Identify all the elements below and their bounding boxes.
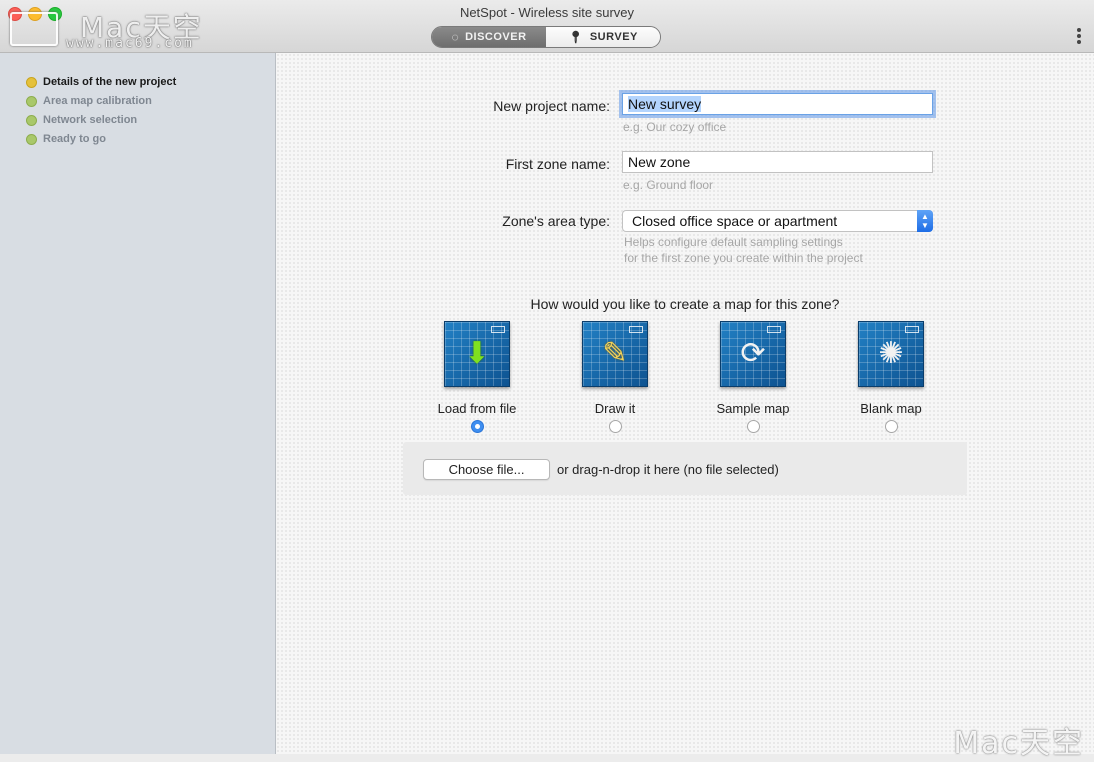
blueprint-tile: ✎	[582, 321, 648, 387]
step-calibration: Area map calibration	[26, 95, 152, 107]
project-name-label: New project name:	[493, 98, 610, 114]
project-name-value: New survey	[628, 96, 702, 112]
tile-tag	[629, 326, 643, 333]
refresh-icon: ⟳	[740, 337, 766, 370]
map-creation-question: How would you like to create a map for t…	[530, 296, 840, 312]
title-bar: Mac天空 www.mac69.com NetSpot - Wireless s…	[0, 0, 1094, 53]
step-label: Details of the new project	[43, 76, 177, 88]
step-label: Network selection	[43, 114, 138, 126]
option-label: Sample map	[716, 401, 790, 416]
area-type-hint-line2: for the first zone you create within the…	[624, 251, 863, 265]
mode-switch: ◌ DISCOVER 📍︎ SURVEY	[431, 26, 661, 48]
step-status-dot-icon	[26, 76, 37, 88]
option-label: Draw it	[594, 401, 636, 416]
step-status-dot-icon	[26, 95, 37, 107]
more-menu-button[interactable]	[1076, 28, 1082, 44]
zone-name-input[interactable]: New zone	[622, 151, 933, 173]
step-details: Details of the new project	[26, 76, 176, 88]
file-drop-zone[interactable]: Choose file... or drag-n-drop it here (n…	[403, 442, 967, 495]
area-type-label: Zone's area type:	[502, 213, 610, 229]
pencil-icon: ✎	[602, 337, 628, 370]
zone-name-value: New zone	[628, 154, 691, 170]
blueprint-tile: ⟳	[720, 321, 786, 387]
option-load-from-file[interactable]: ⬇ Load from file	[417, 321, 537, 433]
more-dot-icon	[1077, 34, 1081, 38]
sample-map-radio[interactable]	[746, 420, 760, 433]
survey-tab[interactable]: 📍︎ SURVEY	[546, 27, 660, 47]
area-type-select[interactable]: Closed office space or apartment ▲ ▼	[622, 210, 933, 232]
chevron-up-down-icon: ▲ ▼	[917, 210, 933, 232]
project-name-input[interactable]: New survey	[622, 93, 933, 115]
step-label: Ready to go	[43, 133, 106, 145]
discover-tab-label: DISCOVER	[465, 31, 527, 43]
step-ready: Ready to go	[26, 133, 106, 145]
project-name-hint: e.g. Our cozy office	[623, 120, 727, 134]
step-status-dot-icon	[26, 133, 37, 145]
choose-file-button[interactable]: Choose file...	[423, 459, 550, 480]
area-type-hint-line1: Helps configure default sampling setting…	[624, 235, 843, 249]
area-type-value: Closed office space or apartment	[632, 213, 838, 229]
area-type-hint: Helps configure default sampling setting…	[624, 234, 863, 266]
spinner-icon: ✺	[878, 337, 904, 370]
option-sample-map[interactable]: ⟳ Sample map	[693, 321, 813, 433]
window-title: NetSpot - Wireless site survey	[459, 5, 635, 20]
location-pin-icon: 📍︎	[568, 30, 584, 44]
discover-tab[interactable]: ◌ DISCOVER	[432, 27, 546, 47]
step-label: Area map calibration	[43, 95, 152, 107]
zone-name-hint: e.g. Ground floor	[623, 178, 714, 192]
tile-tag	[905, 326, 919, 333]
blank-map-radio[interactable]	[884, 420, 898, 433]
more-dot-icon	[1077, 40, 1081, 44]
step-network-selection: Network selection	[26, 114, 137, 126]
watermark-corner-logo: Mac天空	[953, 726, 1084, 761]
blueprint-tile: ✺	[858, 321, 924, 387]
file-status-text: or drag-n-drop it here (no file selected…	[557, 462, 779, 477]
draw-it-radio[interactable]	[608, 420, 622, 433]
more-dot-icon	[1077, 28, 1081, 32]
option-blank-map[interactable]: ✺ Blank map	[831, 321, 951, 433]
load-from-file-radio[interactable]	[470, 420, 484, 433]
option-draw-it[interactable]: ✎ Draw it	[555, 321, 675, 433]
step-status-dot-icon	[26, 114, 37, 126]
download-arrow-icon: ⬇	[464, 337, 490, 370]
radar-icon: ◌	[451, 30, 460, 44]
tile-tag	[491, 326, 505, 333]
watermark-url: www.mac69.com	[66, 36, 194, 51]
zone-name-label: First zone name:	[505, 156, 610, 172]
tile-tag	[767, 326, 781, 333]
survey-tab-label: SURVEY	[589, 31, 638, 43]
option-label: Load from file	[437, 401, 517, 416]
option-label: Blank map	[860, 401, 922, 416]
project-setup-panel: New project name: New survey e.g. Our co…	[276, 53, 1094, 761]
blueprint-tile: ⬇	[444, 321, 510, 387]
wizard-steps-sidebar: Details of the new project Area map cali…	[0, 53, 276, 754]
